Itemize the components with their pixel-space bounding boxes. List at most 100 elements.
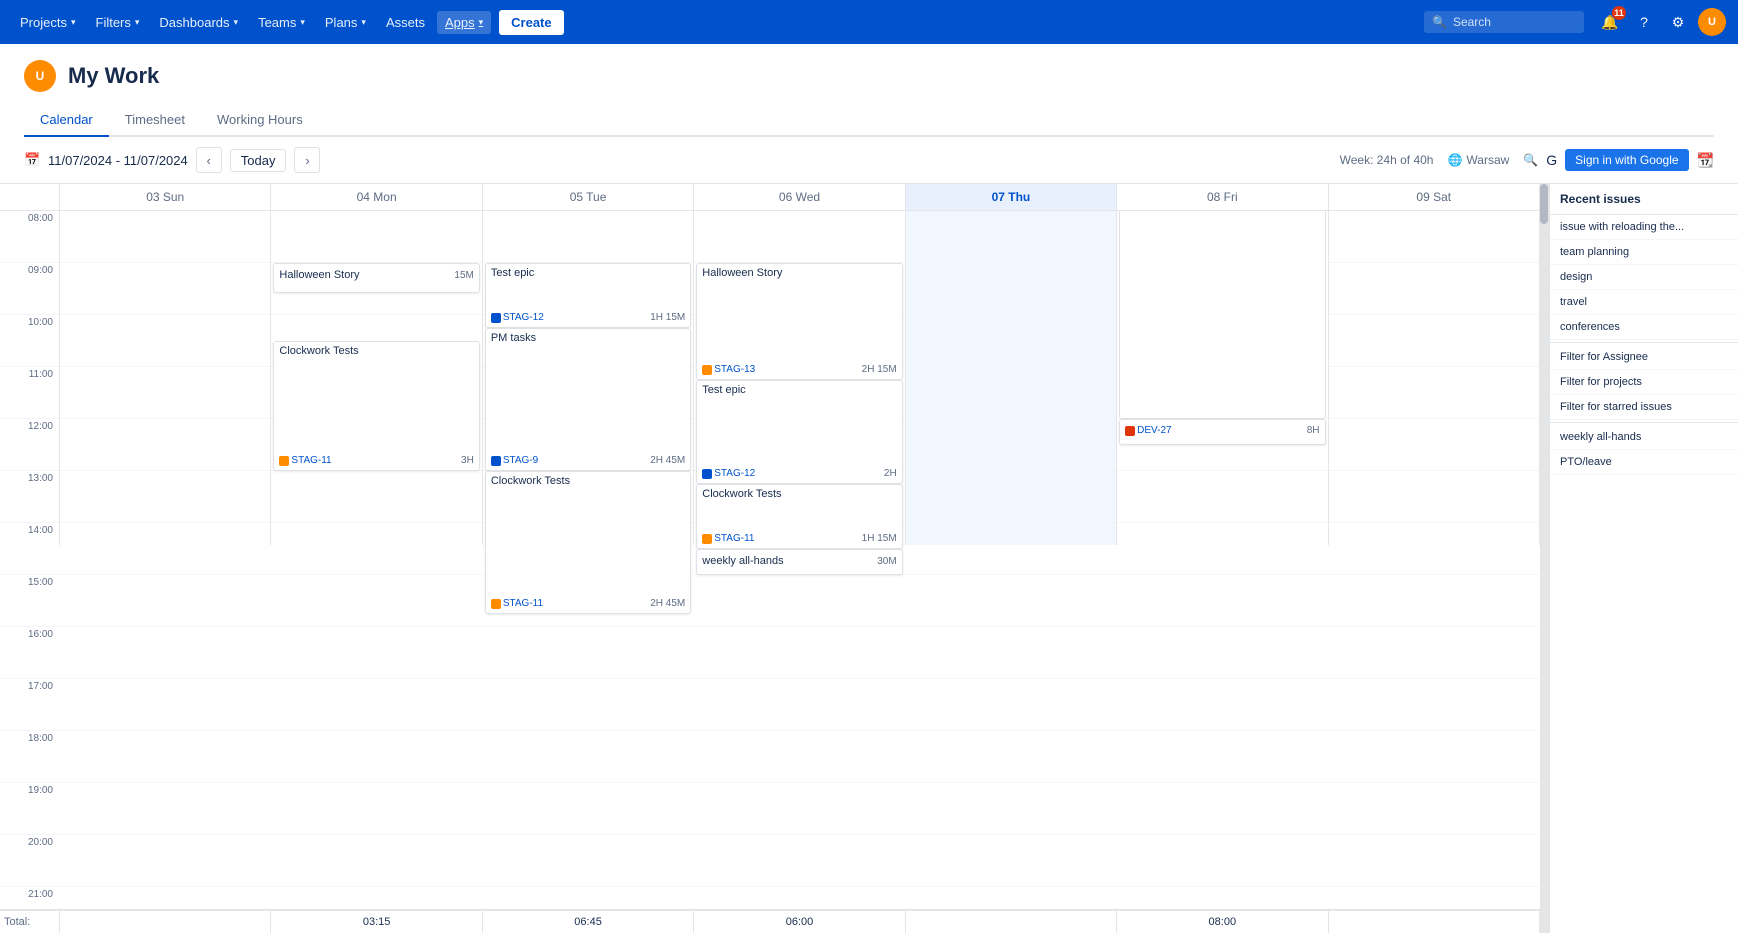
day-cell xyxy=(483,679,693,731)
event-dev27-fri[interactable]: DEV-27 8H xyxy=(1119,419,1325,445)
nav-item-apps[interactable]: Apps ▾ xyxy=(437,11,491,34)
scrollbar-thumb xyxy=(1540,184,1548,224)
google-calendar-icon[interactable]: G xyxy=(1546,152,1557,168)
time-slot-1600: 16:00 xyxy=(0,627,59,679)
tab-working-hours[interactable]: Working Hours xyxy=(201,104,319,137)
scrollbar[interactable] xyxy=(1540,184,1548,933)
prev-week-button[interactable]: ‹ xyxy=(196,147,222,173)
help-icon[interactable]: ? xyxy=(1630,8,1658,36)
day-cell xyxy=(483,887,693,909)
event-pm-tasks-tue[interactable]: PM tasks STAG-9 2H 45M xyxy=(485,328,691,471)
day-cell xyxy=(60,783,270,835)
event-clockwork-tests-mon[interactable]: Clockwork Tests STAG-11 3H xyxy=(273,341,479,471)
day-cell xyxy=(483,731,693,783)
create-button[interactable]: Create xyxy=(499,10,563,35)
footer-thu xyxy=(906,911,1117,933)
recent-item-1[interactable]: team planning xyxy=(1550,240,1738,265)
tabs-container: Calendar Timesheet Working Hours xyxy=(24,104,1714,137)
footer-wed: 06:00 xyxy=(694,911,905,933)
time-slot-1200: 12:00 xyxy=(0,419,59,471)
day-cell xyxy=(483,627,693,679)
recent-item-7[interactable]: Filter for starred issues xyxy=(1550,395,1738,420)
footer-fri: 08:00 xyxy=(1117,911,1328,933)
day-cell xyxy=(271,679,481,731)
day-cell xyxy=(906,263,1116,315)
nav-item-dashboards[interactable]: Dashboards ▾ xyxy=(151,11,246,34)
search-bar[interactable]: 🔍 Search xyxy=(1424,11,1584,33)
day-cell xyxy=(906,679,1116,731)
recent-item-5[interactable]: Filter for Assignee xyxy=(1550,345,1738,370)
day-cell xyxy=(483,211,693,263)
nav-item-teams[interactable]: Teams ▾ xyxy=(250,11,313,34)
day-cell xyxy=(60,731,270,783)
next-week-button[interactable]: › xyxy=(294,147,320,173)
event-halloween-story-mon[interactable]: Halloween Story 15M xyxy=(273,263,479,293)
recent-divider xyxy=(1550,342,1738,343)
day-cell xyxy=(1117,471,1327,523)
timezone-label: Warsaw xyxy=(1466,153,1509,167)
day-cell xyxy=(906,731,1116,783)
user-avatar[interactable]: U xyxy=(1698,8,1726,36)
day-cell xyxy=(906,887,1116,909)
day-col-tue: Test epic STAG-12 1H 15M PM tasks xyxy=(483,211,694,545)
event-pto-fri[interactable]: PTO/leave xyxy=(1119,211,1325,419)
event-test-epic-tue[interactable]: Test epic STAG-12 1H 15M xyxy=(485,263,691,328)
day-cell xyxy=(1329,211,1539,263)
day-cell xyxy=(906,575,1116,627)
day-cell xyxy=(271,835,481,887)
recent-item-2[interactable]: design xyxy=(1550,265,1738,290)
day-col-thu xyxy=(906,211,1117,545)
nav-item-projects[interactable]: Projects ▾ xyxy=(12,11,84,34)
day-col-sun xyxy=(60,211,271,545)
search-zoom-icon[interactable]: 🔍 xyxy=(1523,153,1538,167)
time-slot-2000: 20:00 xyxy=(0,835,59,887)
google-signin-button[interactable]: Sign in with Google xyxy=(1565,149,1688,171)
day-cell xyxy=(1117,523,1327,575)
day-header-wed: 06 Wed xyxy=(694,184,905,210)
recent-item-3[interactable]: travel xyxy=(1550,290,1738,315)
recent-issues-header: Recent issues xyxy=(1550,184,1738,215)
tab-timesheet[interactable]: Timesheet xyxy=(109,104,201,137)
day-col-wed: Halloween Story STAG-13 2H 15M Test epic xyxy=(694,211,905,545)
tab-calendar[interactable]: Calendar xyxy=(24,104,109,137)
day-cell xyxy=(1329,679,1539,731)
recent-item-8[interactable]: weekly all-hands xyxy=(1550,425,1738,450)
nav-item-plans[interactable]: Plans ▾ xyxy=(317,11,374,34)
notification-icon[interactable]: 🔔 11 xyxy=(1596,8,1624,36)
day-cell xyxy=(1117,627,1327,679)
settings-icon[interactable]: ⚙ xyxy=(1664,8,1692,36)
day-cell xyxy=(906,315,1116,367)
day-col-mon: Halloween Story 15M Clockwork Tests STAG… xyxy=(271,211,482,545)
day-cell xyxy=(483,783,693,835)
event-halloween-story-wed[interactable]: Halloween Story STAG-13 2H 15M xyxy=(696,263,902,380)
day-cell xyxy=(60,627,270,679)
recent-divider-2 xyxy=(1550,422,1738,423)
time-slot-2100: 21:00 xyxy=(0,887,59,909)
recent-item-6[interactable]: Filter for projects xyxy=(1550,370,1738,395)
today-button[interactable]: Today xyxy=(230,149,287,172)
timezone-button[interactable]: 🌐 Warsaw xyxy=(1441,150,1515,170)
day-header-sun: 03 Sun xyxy=(60,184,271,210)
time-gutter: 01:0002:0003:0004:0005:0006:0007:0008:00… xyxy=(0,211,60,545)
recent-item-0[interactable]: issue with reloading the... xyxy=(1550,215,1738,240)
event-weekly-allhands-wed[interactable]: weekly all-hands 30M xyxy=(696,549,902,575)
day-cell xyxy=(694,679,904,731)
calendar-footer: Total: 03:15 06:45 06:00 08:00 xyxy=(0,909,1540,933)
day-cell xyxy=(1117,679,1327,731)
day-cell xyxy=(60,835,270,887)
day-cell xyxy=(60,575,270,627)
day-cell xyxy=(906,627,1116,679)
event-clockwork-tests-tue[interactable]: Clockwork Tests STAG-11 2H 45M xyxy=(485,471,691,614)
day-cell xyxy=(271,211,481,263)
day-cell xyxy=(694,835,904,887)
toolbar: 📅 11/07/2024 - 11/07/2024 ‹ Today › Week… xyxy=(0,137,1738,184)
nav-item-filters[interactable]: Filters ▾ xyxy=(88,11,148,34)
recent-item-4[interactable]: conferences xyxy=(1550,315,1738,340)
event-test-epic-wed[interactable]: Test epic STAG-12 2H xyxy=(696,380,902,484)
day-cell xyxy=(60,211,270,263)
other-cal-icon[interactable]: 📆 xyxy=(1697,152,1714,169)
day-cell xyxy=(694,783,904,835)
nav-item-assets[interactable]: Assets xyxy=(378,11,433,34)
event-clockwork-tests-wed[interactable]: Clockwork Tests STAG-11 1H 15M xyxy=(696,484,902,549)
recent-item-9[interactable]: PTO/leave xyxy=(1550,450,1738,475)
